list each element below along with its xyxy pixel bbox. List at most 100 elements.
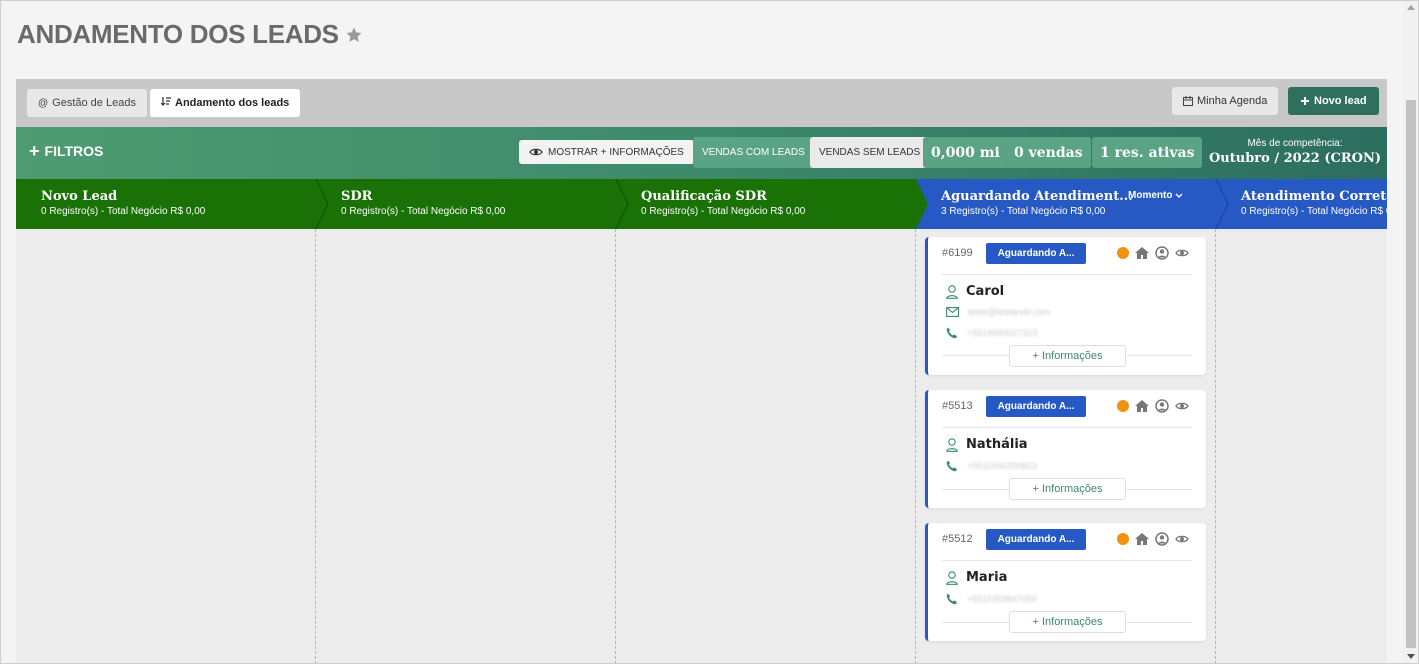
tab-andamento-dos-leads[interactable]: Andamento dos leads: [150, 89, 301, 117]
mes-value: Outubro / 2022 (CRON): [1208, 151, 1381, 166]
card-separator: [942, 560, 1192, 561]
minha-agenda-button[interactable]: Minha Agenda: [1172, 87, 1279, 115]
mes-competencia[interactable]: Mês de competência: Outubro / 2022 (CRON…: [1203, 138, 1387, 166]
filtros-toggle[interactable]: + FILTROS: [29, 141, 104, 161]
mes-label: Mês de competência:: [1247, 138, 1343, 149]
stage-subtitle: 0 Registro(s) - Total Negócio R$ 0,00: [1241, 206, 1387, 217]
stage-subtitle: 3 Registro(s) - Total Negócio R$ 0,00: [941, 206, 1106, 217]
lead-name-row: Nathália: [946, 437, 1028, 452]
home-icon[interactable]: [1135, 247, 1149, 259]
novo-lead-label: Novo lead: [1314, 95, 1367, 107]
status-dot-icon: [1117, 247, 1129, 259]
card-actions: [1117, 246, 1195, 260]
mostrar-label: MOSTRAR + INFORMAÇÕES: [548, 146, 684, 158]
lead-name: Nathália: [966, 437, 1028, 452]
mostrar-informacoes-button[interactable]: MOSTRAR + INFORMAÇÕES: [519, 140, 694, 164]
chevron-down-icon: [1175, 193, 1183, 198]
lead-phone: +5511959847069: [967, 594, 1037, 604]
stage-novo-lead: Novo Lead 0 Registro(s) - Total Negócio …: [16, 179, 316, 229]
pipeline-stages-header: Novo Lead 0 Registro(s) - Total Negócio …: [16, 179, 1387, 229]
stage-sdr: SDR 0 Registro(s) - Total Negócio R$ 0,0…: [316, 179, 616, 229]
novo-lead-button[interactable]: Novo lead: [1288, 87, 1379, 115]
plus-icon: [1301, 97, 1309, 105]
phone-icon: [946, 460, 957, 472]
stage-subtitle: 0 Registro(s) - Total Negócio R$ 0,00: [41, 206, 206, 217]
card-separator: [942, 427, 1192, 428]
user-icon: [946, 284, 958, 299]
lead-phone-row: +5511946250823: [946, 460, 1037, 472]
mais-informacoes-button[interactable]: + Informações: [1009, 611, 1126, 633]
stat-reservas: 1 res. ativas: [1092, 137, 1203, 168]
star-icon[interactable]: [345, 26, 363, 44]
eye-icon: [529, 148, 543, 156]
scroll-up-icon[interactable]: [1407, 5, 1415, 10]
lead-name: Maria: [966, 570, 1008, 585]
card-actions: [1117, 532, 1195, 546]
lead-phone: +5511946250823: [967, 461, 1037, 471]
user-circle-icon[interactable]: [1155, 246, 1169, 260]
top-toolbar: @ Gestão de Leads Andamento dos leads Mi…: [16, 79, 1387, 127]
stage-title: Qualificação SDR: [641, 189, 767, 204]
eye-icon[interactable]: [1175, 534, 1189, 544]
stage-title: Atendimento Corretor: [1241, 189, 1387, 204]
home-icon[interactable]: [1135, 533, 1149, 545]
column-divider: [615, 229, 616, 664]
lead-phone-row: +5519000027323: [946, 327, 1037, 339]
home-icon[interactable]: [1135, 400, 1149, 412]
plus-icon: +: [29, 141, 40, 161]
lead-phone-row: +5511959847069: [946, 593, 1037, 605]
scroll-down-icon[interactable]: [1407, 654, 1415, 659]
lead-id: #6199: [942, 247, 973, 259]
stage-separator-arrow: [916, 179, 932, 229]
eye-icon[interactable]: [1175, 248, 1189, 258]
status-dot-icon: [1117, 533, 1129, 545]
column-divider: [1215, 229, 1216, 664]
scrollbar-thumb[interactable]: [1406, 100, 1416, 648]
stage-atendimento-corretor: Atendimento Corretor 0 Registro(s) - Tot…: [1216, 179, 1387, 229]
calendar-icon: [1183, 96, 1193, 106]
sort-icon: [160, 96, 171, 110]
filtros-label: FILTROS: [44, 143, 104, 159]
stage-separator-arrow: [1216, 179, 1232, 229]
stat-vendas: 0 vendas: [1006, 137, 1091, 168]
sort-label: Momento: [1128, 190, 1173, 201]
lead-card[interactable]: #6199 Aguardando A... Carol teste@testan…: [925, 237, 1206, 375]
eye-icon[interactable]: [1175, 401, 1189, 411]
user-circle-icon[interactable]: [1155, 399, 1169, 413]
lead-phone: +5519000027323: [967, 328, 1038, 338]
minha-agenda-label: Minha Agenda: [1197, 95, 1268, 107]
lead-card[interactable]: #5513 Aguardando A... Nathália +55119462…: [925, 390, 1206, 508]
phone-icon: [946, 593, 957, 605]
vendas-sem-leads-button[interactable]: VENDAS SEM LEADS: [810, 137, 930, 168]
sort-momento-dropdown[interactable]: Momento: [1128, 190, 1183, 201]
stage-subtitle: 0 Registro(s) - Total Negócio R$ 0,00: [641, 206, 806, 217]
status-dot-icon: [1117, 400, 1129, 412]
filter-bar: + FILTROS MOSTRAR + INFORMAÇÕES VENDAS C…: [16, 127, 1387, 179]
page-title: ANDAMENTO DOS LEADS: [17, 19, 363, 50]
mais-informacoes-button[interactable]: + Informações: [1009, 478, 1126, 500]
lead-email-row: teste@testando.com: [946, 307, 1051, 317]
status-badge[interactable]: Aguardando A...: [986, 396, 1086, 417]
lead-name-row: Carol: [946, 284, 1004, 299]
vertical-scrollbar[interactable]: [1403, 0, 1419, 664]
lead-card[interactable]: #5512 Aguardando A... Maria +55119598470…: [925, 523, 1206, 641]
phone-icon: [946, 327, 957, 339]
lead-id: #5513: [942, 400, 973, 412]
lead-email: teste@testando.com: [968, 307, 1051, 317]
status-badge[interactable]: Aguardando A...: [986, 529, 1086, 550]
column-divider: [315, 229, 316, 664]
user-circle-icon[interactable]: [1155, 532, 1169, 546]
mais-informacoes-button[interactable]: + Informações: [1009, 345, 1126, 367]
lead-name-row: Maria: [946, 570, 1007, 585]
lead-id: #5512: [942, 533, 973, 545]
stage-title: SDR: [341, 189, 373, 204]
at-icon: @: [38, 97, 49, 109]
tab-label: Andamento dos leads: [175, 97, 290, 109]
stage-title: Novo Lead: [41, 189, 118, 204]
tab-gestao-de-leads[interactable]: @ Gestão de Leads: [27, 89, 147, 117]
kanban-board: #6199 Aguardando A... Carol teste@testan…: [16, 229, 1387, 664]
status-badge[interactable]: Aguardando A...: [986, 243, 1086, 264]
card-actions: [1117, 399, 1195, 413]
envelope-icon: [946, 307, 959, 317]
vendas-com-leads-button[interactable]: VENDAS COM LEADS: [693, 137, 814, 168]
